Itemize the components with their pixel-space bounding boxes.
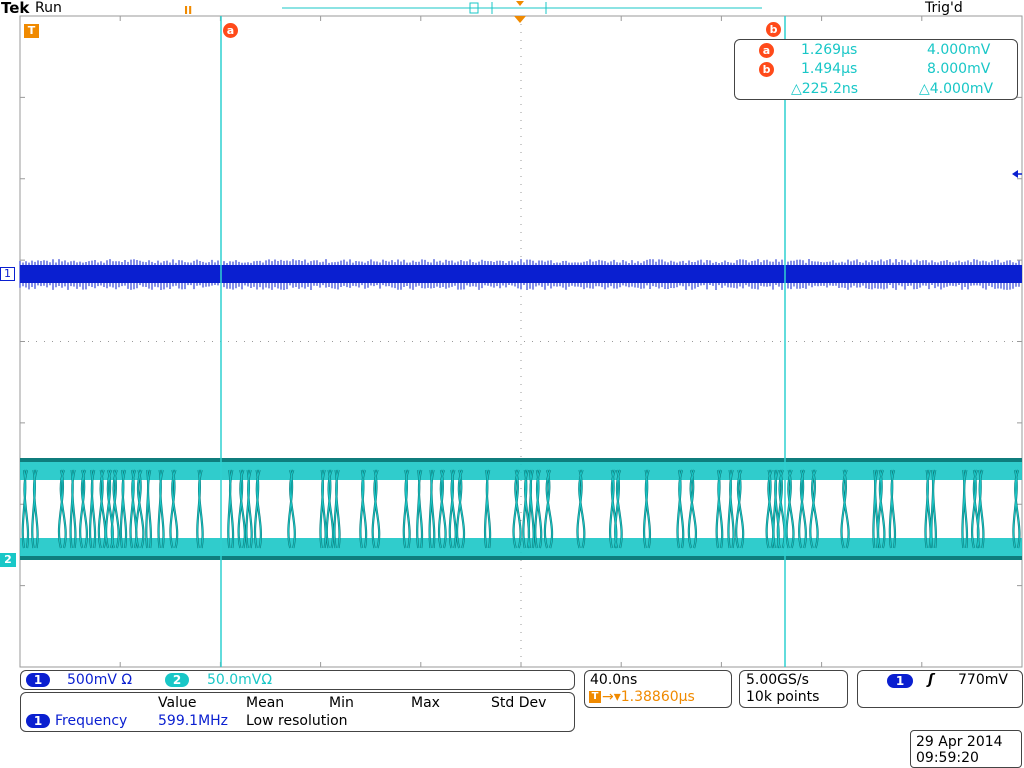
datetime-panel: 29 Apr 2014 09:59:20 [910,730,1022,768]
meas-header-max: Max [411,695,440,711]
meas-name: Frequency [55,713,128,729]
trigger-slope-icon: ʃ [928,672,934,688]
ch1-ground-marker[interactable]: 1 [0,267,15,281]
cursor-a-time: 1.269µs [801,42,858,58]
horizontal-scale: 40.0ns [590,672,638,688]
cursor-b-time: 1.494µs [801,61,858,77]
trigger-level: 770mV [958,672,1008,688]
meas-header-value: Value [158,695,197,711]
meas-header-min: Min [329,695,354,711]
ch2-waveform [20,458,1022,560]
ch2-low-edge [20,556,1022,560]
cursor-a-marker[interactable]: a [223,23,238,38]
brand-logo: Tek [1,0,30,17]
trigger-source-badge: 1 [887,674,913,688]
cursor-delta-time: △225.2ns [791,81,859,97]
trigger-position-icon: T [24,24,39,38]
meas-header-stddev: Std Dev [491,695,547,711]
meas-header-mean: Mean [246,695,285,711]
cursor-b-marker[interactable]: b [766,22,781,37]
graticule-border [19,15,1023,668]
ch2-badge[interactable]: 2 [165,673,189,687]
meas-channel-badge: 1 [26,714,50,728]
acquisition-panel[interactable]: 5.00GS/s 10k points [739,670,848,708]
run-state: Run [35,0,62,16]
trigger-delay-icon: T [589,691,601,703]
cursor-a-volt: 4.000mV [927,42,991,58]
graticule [19,15,1023,668]
cursor-b-readout-marker: b [759,62,774,77]
date: 29 Apr 2014 [916,734,1003,750]
meas-value: 599.1MHz [158,713,229,729]
ch1-scale: 500mV Ω [67,672,133,688]
ch1-badge[interactable]: 1 [26,673,50,687]
ch2-scale: 50.0mVΩ [207,672,273,688]
channel-scale-bar[interactable]: 1 500mV Ω 2 50.0mVΩ [20,670,575,690]
cursor-b-volt: 8.000mV [927,61,991,77]
expansion-point-icon [514,16,526,23]
trigger-position-top-icon [516,1,524,6]
ch2-high-band [20,460,1022,480]
record-length: 10k points [746,689,820,705]
waveform-display [19,1,1023,668]
ch2-ground-marker[interactable]: 2 [0,553,16,567]
cursor-a-readout-marker: a [759,43,774,58]
trigger-panel[interactable]: 1 ʃ 770mV [857,670,1023,708]
time: 09:59:20 [916,750,979,766]
trigger-state: Trig'd [925,0,963,16]
ch2-high-edge [20,458,1022,462]
cursor-delta-volt: △4.000mV [919,81,994,97]
meas-note: Low resolution [246,713,348,729]
pause-icon: II [184,4,193,17]
cursor-readout-panel: a b 1.269µs 4.000mV 1.494µs 8.000mV △225… [734,39,1018,100]
horizontal-delay: →▾1.38860µs [602,689,695,705]
horizontal-panel[interactable]: 40.0ns T →▾1.38860µs [584,670,732,708]
ch1-waveform [19,259,1022,290]
sample-rate: 5.00GS/s [746,672,809,688]
measurement-panel[interactable]: Value Mean Min Max Std Dev 1 Frequency 5… [20,692,575,732]
